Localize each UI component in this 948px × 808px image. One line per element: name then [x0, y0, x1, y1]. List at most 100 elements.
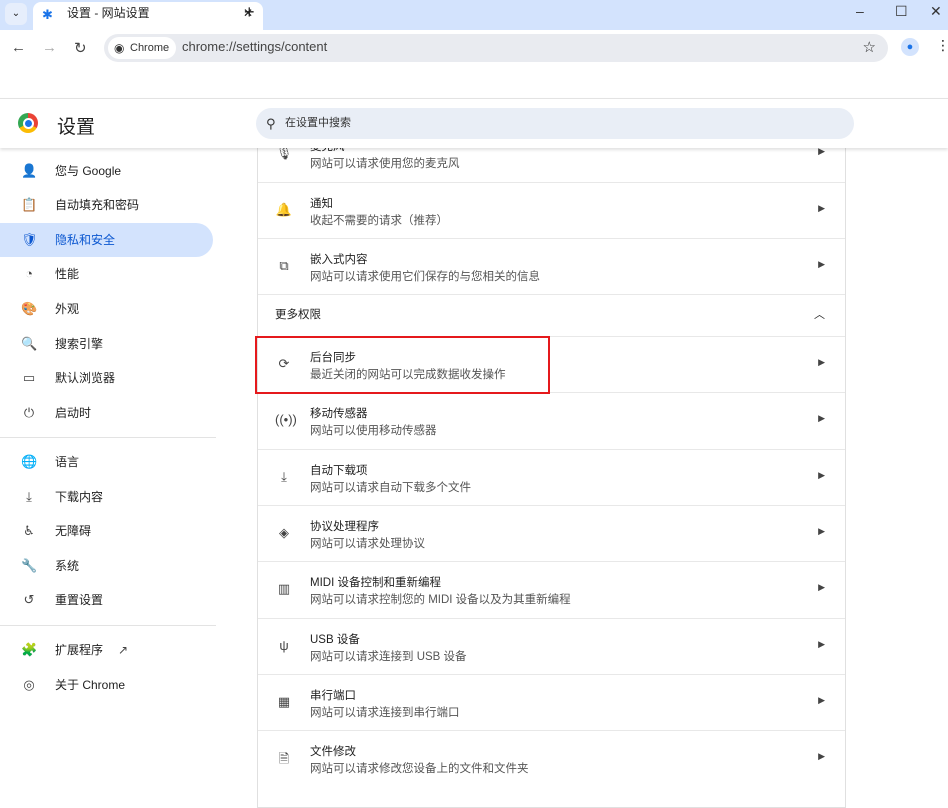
permission-title: 串行端口	[310, 689, 356, 702]
arrow-right-icon: ▶	[818, 259, 825, 269]
sidebar-item[interactable]: 📋 自动填充和密码	[0, 188, 213, 222]
chevron-up-icon[interactable]: ︿	[814, 295, 825, 335]
browser-icon: ▭	[22, 370, 36, 385]
sidebar-item[interactable]: ⤓ 下载内容	[0, 480, 213, 514]
maximize-button[interactable]: ☐	[895, 3, 908, 20]
permission-description: 收起不需要的请求（推荐）	[310, 215, 448, 227]
sidebar-item[interactable]: ♿ 无障碍	[0, 514, 213, 548]
download-icon: ⤓	[26, 489, 32, 504]
sidebar-item[interactable]: ↺ 重置设置	[0, 583, 213, 617]
sidebar-item-label: 无障碍	[55, 524, 92, 538]
permission-row[interactable]: ((•)) 移动传感器 网站可以使用移动传感器 ▶	[258, 392, 845, 448]
shield-icon: 🛡	[21, 232, 38, 247]
sidebar-item[interactable]: 👤 您与 Google	[0, 154, 213, 188]
sidebar-item[interactable]: ⏻ 启动时	[0, 396, 213, 430]
more-menu-icon[interactable]: ⋮	[936, 37, 948, 54]
profile-avatar[interactable]: ●	[901, 38, 919, 56]
sidebar-item[interactable]: ◔ 性能	[0, 257, 213, 291]
arrow-right-icon: ▶	[818, 357, 825, 367]
section-title: 更多权限	[275, 309, 321, 321]
sidebar-item-label: 搜索引擎	[55, 337, 104, 351]
motion-sensor-icon: ((•))	[275, 412, 297, 428]
permission-title: 自动下载项	[310, 464, 368, 477]
sidebar-item[interactable]: 🧩 扩展程序 ↗	[0, 633, 213, 667]
sidebar-item[interactable]: ▭ 默认浏览器	[0, 361, 213, 395]
chrome-icon: ◉	[114, 41, 125, 55]
reload-button[interactable]: ↻	[74, 39, 87, 57]
permission-row[interactable]: 🔔 通知 收起不需要的请求（推荐） ▶	[258, 182, 845, 238]
back-button[interactable]: ←	[11, 39, 26, 56]
person-icon: 👤	[21, 163, 38, 178]
more-permissions-section[interactable]: 更多权限 ︿	[258, 294, 845, 336]
tab-title: 设置 - 网站设置	[67, 6, 150, 20]
sidebar-item-label: 扩展程序	[55, 643, 104, 657]
forward-button[interactable]: →	[42, 39, 57, 56]
permission-row[interactable]: ▥ MIDI 设备控制和重新编程 网站可以请求控制您的 MIDI 设备以及为其重新编…	[258, 561, 845, 617]
palette-icon: 🎨	[21, 301, 38, 316]
wrench-icon: 🔧	[21, 558, 38, 573]
close-window-button[interactable]: ✕	[930, 3, 942, 20]
permission-description: 网站可以请求连接到串行端口	[310, 706, 460, 719]
permission-row[interactable]: ⧉ 嵌入式内容 网站可以请求使用它们保存的与您相关的信息 ▶	[258, 238, 845, 294]
gear-icon: ✱	[42, 7, 53, 22]
sidebar-item-label: 启动时	[55, 406, 92, 420]
permission-row[interactable]: ψ USB 设备网站可以请求连接到 USB 设备 ▶	[258, 617, 845, 674]
sidebar-item-label: 重置设置	[55, 593, 104, 607]
address-bar[interactable]: ◉ Chrome chrome://settings/content ☆	[104, 34, 888, 62]
permission-title: 嵌入式内容	[310, 254, 368, 266]
settings-header: 设置 ⚲ 在设置中搜索	[0, 98, 948, 148]
download-icon: ⤓	[281, 468, 287, 484]
sidebar-item[interactable]: 🎨 外观	[0, 292, 213, 326]
sidebar-item[interactable]: 🌐 语言	[0, 445, 213, 479]
arrow-right-icon: ▶	[818, 694, 825, 705]
search-placeholder: 在设置中搜索	[285, 117, 351, 129]
permission-description: 网站可以请求控制您的 MIDI 设备以及为其重新编程	[310, 594, 571, 607]
sidebar-divider	[0, 437, 216, 438]
tab-search-button[interactable]: ⌄	[5, 3, 27, 25]
url-text[interactable]: chrome://settings/content	[182, 39, 327, 54]
tab-strip: ⌄ ✱ 设置 - 网站设置 ✕ + – ☐ ✕	[0, 0, 948, 30]
settings-search-input[interactable]: ⚲ 在设置中搜索	[256, 108, 854, 139]
sidebar-item-label: 语言	[55, 455, 80, 469]
sidebar-item[interactable]: ◎ 关于 Chrome	[0, 668, 213, 702]
sidebar-item-label: 系统	[55, 559, 80, 573]
highlight-box	[255, 336, 550, 394]
puzzle-icon: 🧩	[21, 642, 38, 657]
permission-description: 网站可以请求处理协议	[310, 537, 425, 550]
minimize-button[interactable]: –	[856, 3, 864, 19]
arrow-right-icon: ▶	[818, 638, 825, 649]
permission-title: 文件修改	[310, 746, 356, 759]
accessibility-icon: ♿	[23, 523, 35, 538]
permission-description: 网站可以请求连接到 USB 设备	[310, 650, 467, 663]
tab-settings[interactable]: ✱ 设置 - 网站设置 ✕	[33, 2, 263, 30]
new-tab-button[interactable]: +	[244, 2, 255, 23]
permission-description: 网站可以请求自动下载多个文件	[310, 481, 471, 494]
speedometer-icon: ◔	[25, 266, 33, 281]
permission-title: USB 设备	[310, 633, 360, 646]
usb-icon: ψ	[279, 637, 289, 653]
chrome-logo	[18, 113, 38, 133]
chip-label: Chrome	[130, 42, 170, 54]
permission-title: MIDI 设备控制和重新编程	[310, 577, 441, 590]
bookmark-star-icon[interactable]: ☆	[863, 38, 876, 56]
permission-row[interactable]: ◈ 协议处理程序 网站可以请求处理协议 ▶	[258, 504, 845, 561]
sidebar-item[interactable]: 🛡 隐私和安全	[0, 223, 213, 257]
sidebar-item-label: 默认浏览器	[55, 371, 116, 385]
permission-description: 网站可以请求修改您设备上的文件和文件夹	[310, 763, 529, 776]
arrow-right-icon: ▶	[818, 751, 825, 762]
site-settings-card: 🎙麦克风网站可以请求使用您的麦克风▶🔔通知收起不需要的请求（推荐）▶⧉嵌入式内容…	[257, 141, 846, 808]
sidebar-item[interactable]: 🔧 系统	[0, 549, 213, 583]
sidebar-divider	[0, 625, 216, 626]
bell-icon: 🔔	[275, 202, 293, 217]
globe-icon: 🌐	[21, 454, 38, 469]
page-title: 设置	[57, 117, 96, 138]
chrome-icon: ◎	[23, 677, 35, 692]
reset-icon: ↺	[23, 592, 35, 607]
permission-row[interactable]: ▦ 串行端口 网站可以请求连接到串行端口 ▶	[258, 673, 845, 730]
permission-row[interactable]: ⤓ 自动下载项 网站可以请求自动下载多个文件 ▶	[258, 448, 845, 505]
sidebar-item-label: 自动填充和密码	[55, 198, 140, 212]
sidebar-item[interactable]: 🔍 搜索引擎	[0, 327, 213, 361]
permission-row[interactable]: 🗎 文件修改 网站可以请求修改您设备上的文件和文件夹 ▶	[258, 730, 845, 786]
permission-title: 移动传感器	[310, 408, 368, 421]
site-info-chip[interactable]: ◉ Chrome	[108, 37, 176, 59]
